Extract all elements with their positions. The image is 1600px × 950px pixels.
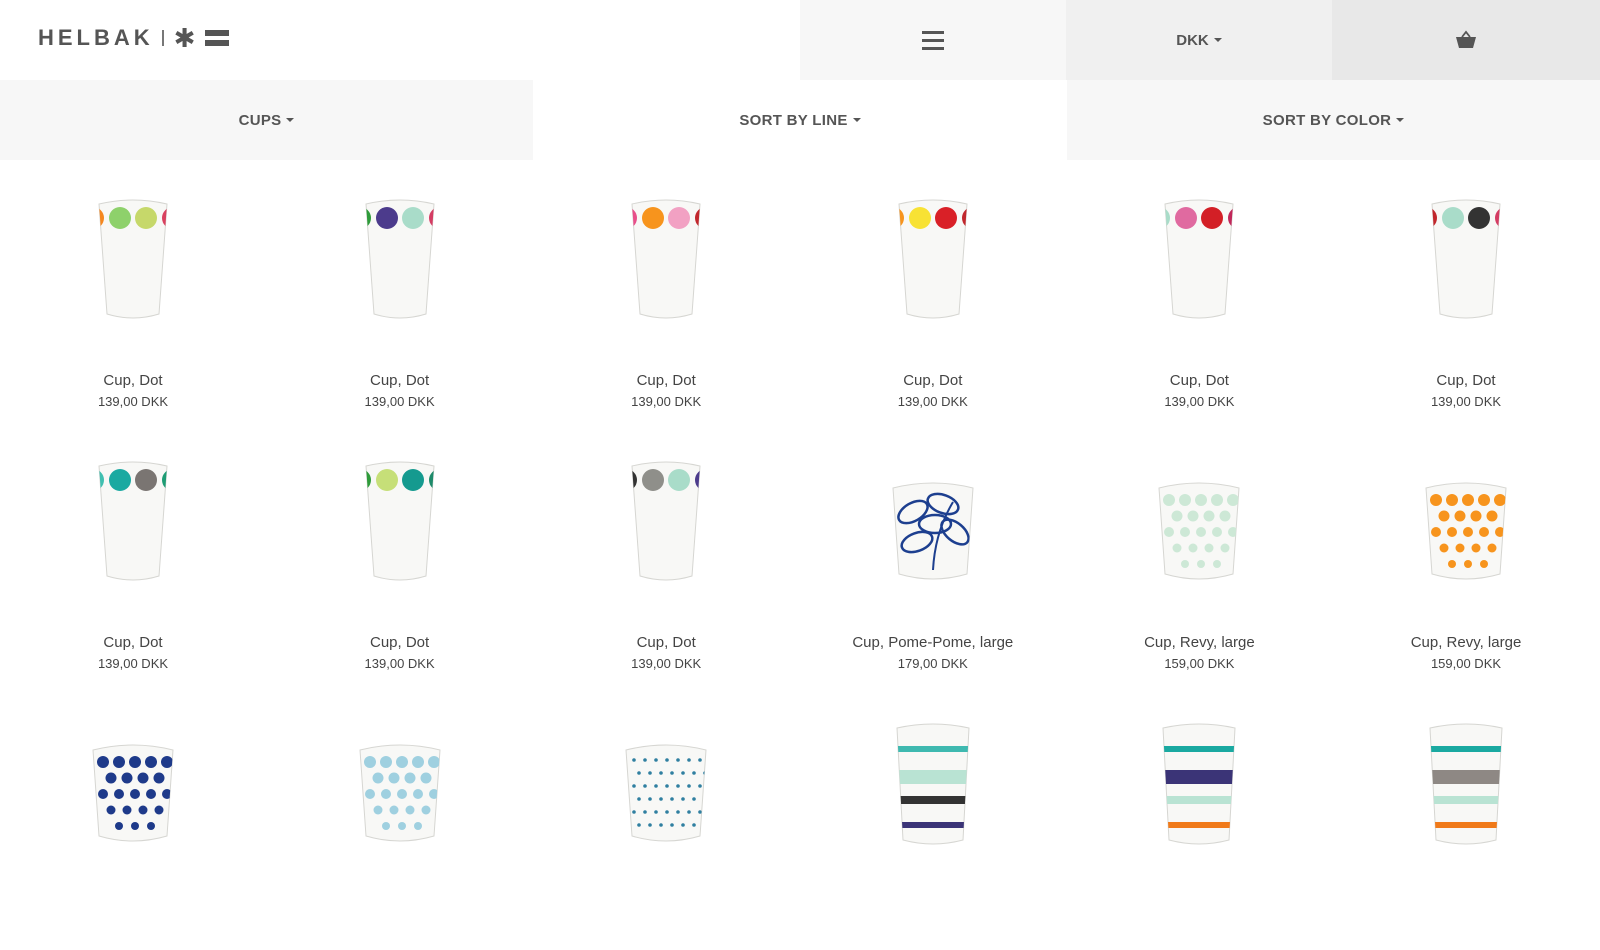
logo-divider xyxy=(161,30,164,46)
product-card[interactable] xyxy=(800,684,1066,950)
cup-image xyxy=(631,461,701,581)
product-name[interactable]: Cup, Dot xyxy=(0,372,266,389)
cup-image xyxy=(1158,482,1240,580)
product-name[interactable]: Cup, Dot xyxy=(800,372,1066,389)
product-card[interactable]: Cup, Dot 139,00 DKK xyxy=(267,422,533,688)
product-price: 179,00 DKK xyxy=(897,656,968,671)
caret-down-icon xyxy=(286,118,295,122)
product-card[interactable]: Cup, Dot 139,00 DKK xyxy=(533,160,799,426)
product-card[interactable]: Cup, Dot 139,00 DKK xyxy=(0,160,266,426)
product-price: 139,00 DKK xyxy=(897,394,968,409)
product-name[interactable]: Cup, Revy, large xyxy=(1333,634,1599,651)
product-price: 139,00 DKK xyxy=(631,656,702,671)
cup-image xyxy=(625,744,707,842)
sort-by-line-dropdown[interactable]: SORT BY LINE xyxy=(533,80,1067,160)
brand-name: HELBAK xyxy=(38,25,154,50)
product-price: 139,00 DKK xyxy=(364,394,435,409)
cart-button[interactable] xyxy=(1332,0,1600,80)
cup-image xyxy=(92,744,174,842)
category-label: CUPS xyxy=(238,111,282,129)
product-card[interactable]: Cup, Dot 139,00 DKK xyxy=(1066,160,1332,426)
cup-image xyxy=(898,199,968,319)
cup-image xyxy=(1425,482,1507,580)
sort-line-label: SORT BY LINE xyxy=(739,111,848,129)
product-card[interactable]: Cup, Dot 139,00 DKK xyxy=(533,422,799,688)
product-name[interactable]: Cup, Revy, large xyxy=(1066,634,1332,651)
product-card[interactable]: Cup, Pome-Pome, large 179,00 DKK xyxy=(800,422,1066,688)
product-price: 159,00 DKK xyxy=(1430,656,1502,671)
cup-image xyxy=(365,461,435,581)
hamburger-menu-icon xyxy=(922,30,944,50)
shopping-basket-icon xyxy=(1456,30,1476,48)
caret-down-icon xyxy=(852,118,861,122)
product-card[interactable] xyxy=(1333,684,1599,950)
asterisk-icon: ✱ xyxy=(173,23,196,53)
product-name[interactable]: Cup, Dot xyxy=(1066,372,1332,389)
menu-button[interactable] xyxy=(800,0,1066,80)
product-card[interactable]: Cup, Revy, large 159,00 DKK xyxy=(1333,422,1599,688)
caret-down-icon xyxy=(1396,118,1405,122)
cup-image xyxy=(98,461,168,581)
cup-image xyxy=(892,482,974,580)
product-price: 139,00 DKK xyxy=(97,656,169,671)
product-price: 159,00 DKK xyxy=(1164,656,1235,671)
cup-image xyxy=(896,723,970,845)
sort-by-color-dropdown[interactable]: SORT BY COLOR xyxy=(1067,80,1600,160)
cup-image xyxy=(365,199,435,319)
product-card[interactable] xyxy=(0,684,266,950)
double-bar-icon xyxy=(205,30,230,46)
product-price: 139,00 DKK xyxy=(364,656,435,671)
product-name[interactable]: Cup, Dot xyxy=(267,634,533,651)
caret-down-icon xyxy=(1213,38,1222,42)
product-price: 139,00 DKK xyxy=(631,394,702,409)
product-card[interactable] xyxy=(267,684,533,950)
cup-image xyxy=(1429,723,1503,845)
top-bar: HELBAK ✱ DKK xyxy=(0,0,1600,80)
cup-image xyxy=(98,199,168,319)
product-name[interactable]: Cup, Dot xyxy=(0,634,266,651)
product-name[interactable]: Cup, Dot xyxy=(1333,372,1599,389)
product-card[interactable] xyxy=(1066,684,1332,950)
currency-label: DKK xyxy=(1176,31,1209,49)
product-price: 139,00 DKK xyxy=(1164,394,1235,409)
product-card[interactable]: Cup, Dot 139,00 DKK xyxy=(800,160,1066,426)
currency-selector[interactable]: DKK xyxy=(1066,0,1332,80)
product-card[interactable]: Cup, Dot 139,00 DKK xyxy=(0,422,266,688)
product-name[interactable]: Cup, Dot xyxy=(267,372,533,389)
product-card[interactable]: Cup, Dot 139,00 DKK xyxy=(1333,160,1599,426)
cup-image xyxy=(631,199,701,319)
product-name[interactable]: Cup, Pome-Pome, large xyxy=(800,634,1066,651)
sort-color-label: SORT BY COLOR xyxy=(1262,111,1392,129)
product-card[interactable] xyxy=(533,684,799,950)
cup-image xyxy=(1431,199,1501,319)
filter-bar: CUPS SORT BY LINE SORT BY COLOR xyxy=(0,80,1600,160)
product-name[interactable]: Cup, Dot xyxy=(533,372,799,389)
product-card[interactable]: Cup, Revy, large 159,00 DKK xyxy=(1066,422,1332,688)
product-price: 139,00 DKK xyxy=(1430,394,1502,409)
product-name[interactable]: Cup, Dot xyxy=(533,634,799,651)
product-card[interactable]: Cup, Dot 139,00 DKK xyxy=(267,160,533,426)
cup-image xyxy=(1162,723,1236,845)
product-price: 139,00 DKK xyxy=(97,394,169,409)
category-dropdown[interactable]: CUPS xyxy=(0,80,533,160)
brand-logo[interactable]: HELBAK ✱ xyxy=(38,23,230,53)
cup-image xyxy=(1164,199,1234,319)
cup-image xyxy=(359,744,441,842)
